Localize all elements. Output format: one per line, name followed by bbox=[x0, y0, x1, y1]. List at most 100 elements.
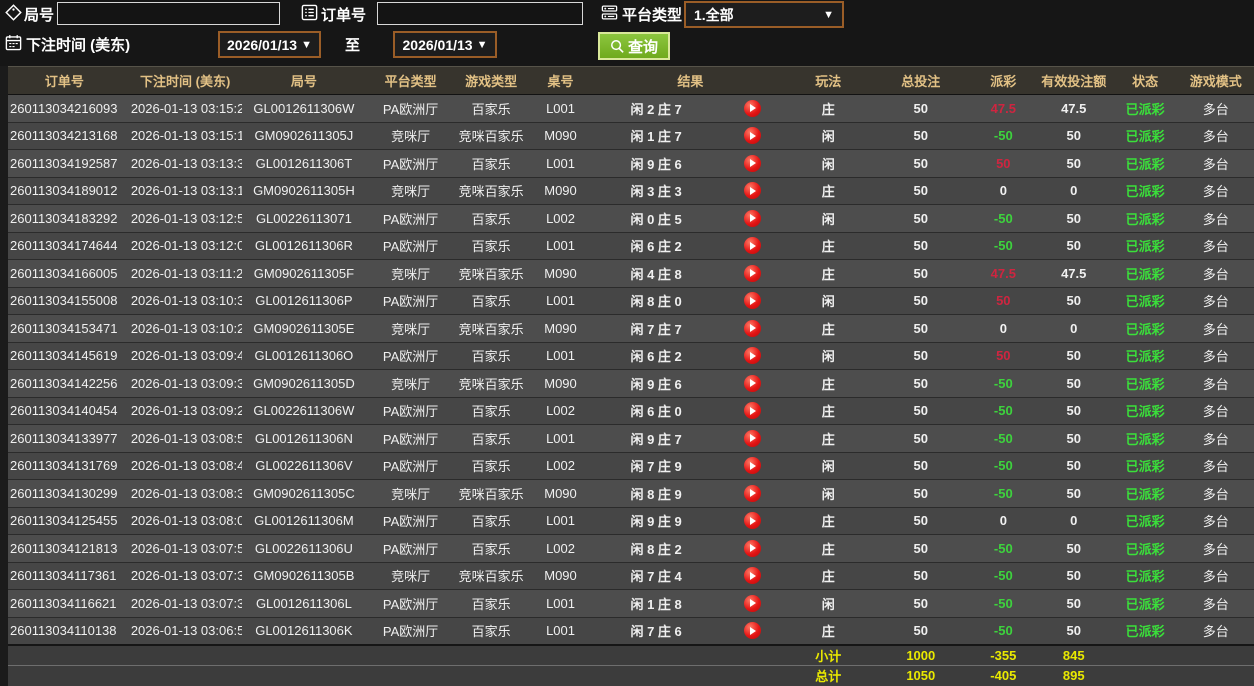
result-cell: 闲 9 庄 6 bbox=[593, 369, 719, 397]
query-button[interactable]: 查询 bbox=[598, 32, 670, 60]
platform-select[interactable]: 1.全部 ▼ bbox=[684, 1, 844, 28]
replay-play-button[interactable] bbox=[744, 99, 762, 117]
replay-play-button[interactable] bbox=[744, 539, 762, 557]
replay-play-button[interactable] bbox=[744, 154, 762, 172]
order-number-cell: 260113034213168 bbox=[0, 121, 129, 150]
replay-play-button[interactable] bbox=[744, 319, 762, 337]
bet-on-cell: 闲 bbox=[786, 341, 870, 370]
table-row: 260113034142256 2026-01-13 03:09:32 GM0902… bbox=[0, 369, 1254, 397]
replay-play-button[interactable] bbox=[744, 127, 762, 145]
status-cell: 已派彩 bbox=[1112, 176, 1178, 205]
replay-cell bbox=[718, 479, 787, 507]
round-number-cell: GM0902611305D bbox=[241, 369, 367, 397]
status-cell: 已派彩 bbox=[1112, 259, 1178, 287]
table-number-cell: M090 bbox=[527, 369, 594, 397]
replay-play-button[interactable] bbox=[744, 484, 762, 502]
replay-play-button[interactable] bbox=[744, 264, 762, 282]
game-type-cell: 百家乐 bbox=[454, 204, 528, 232]
replay-play-button[interactable] bbox=[744, 237, 762, 255]
replay-play-button[interactable] bbox=[744, 594, 762, 612]
platform-selected-value: 1.全部 bbox=[694, 6, 734, 23]
order-number-cell: 260113034145619 bbox=[0, 341, 129, 370]
table-number-cell: M090 bbox=[527, 479, 594, 507]
table-row: 260113034116621 2026-01-13 03:07:31 GL0012… bbox=[0, 589, 1254, 617]
valid-bet-cell: 50 bbox=[1034, 231, 1113, 260]
order-input[interactable] bbox=[377, 2, 583, 25]
status-cell: 已派彩 bbox=[1112, 451, 1178, 480]
bet-on-cell: 庄 bbox=[786, 259, 870, 287]
result-cell: 闲 6 庄 2 bbox=[593, 231, 719, 260]
replay-cell bbox=[718, 396, 787, 425]
game-type-cell: 百家乐 bbox=[454, 341, 528, 370]
platform-cell: PA欧洲厅 bbox=[366, 534, 455, 562]
payout-cell: 47.5 bbox=[972, 94, 1035, 122]
valid-bet-cell: 50 bbox=[1034, 396, 1113, 425]
replay-play-button[interactable] bbox=[744, 292, 762, 310]
table-row: 260113034189012 2026-01-13 03:13:18 GM0902… bbox=[0, 176, 1254, 205]
payout-cell: -50 bbox=[972, 451, 1035, 480]
replay-play-button[interactable] bbox=[744, 347, 762, 365]
replay-play-button[interactable] bbox=[744, 429, 762, 447]
totals-spacer bbox=[0, 664, 787, 686]
bet-time-cell: 2026-01-13 03:07:34 bbox=[128, 561, 242, 590]
bet-time-cell: 2026-01-13 03:10:33 bbox=[128, 286, 242, 315]
bet-records-table: 订单号 下注时间 (美东) 局号 平台类型 游戏类型 桌号 结果 玩法 总投注 派彩 有效投注额 状态… bbox=[0, 66, 1254, 686]
platform-cell: PA欧洲厅 bbox=[366, 396, 455, 425]
replay-play-button[interactable] bbox=[744, 567, 762, 585]
bet-on-cell: 庄 bbox=[786, 424, 870, 452]
order-number-cell: 260113034142256 bbox=[0, 369, 129, 397]
bet-time-cell: 2026-01-13 03:08:33 bbox=[128, 479, 242, 507]
game-type-cell: 百家乐 bbox=[454, 94, 528, 122]
tag-icon bbox=[5, 4, 22, 21]
replay-play-button[interactable] bbox=[744, 457, 762, 475]
round-number-cell: GL0012611306R bbox=[241, 231, 367, 260]
replay-play-button[interactable] bbox=[744, 182, 762, 200]
round-number-cell: GL0012611306O bbox=[241, 341, 367, 370]
bet-time-cell: 2026-01-13 03:09:47 bbox=[128, 341, 242, 370]
round-number-cell: GL0012611306T bbox=[241, 149, 367, 177]
result-cell: 闲 6 庄 0 bbox=[593, 396, 719, 425]
result-cell: 闲 2 庄 7 bbox=[593, 94, 719, 122]
play-icon bbox=[750, 599, 757, 608]
result-cell: 闲 7 庄 4 bbox=[593, 561, 719, 590]
status-cell: 已派彩 bbox=[1112, 479, 1178, 507]
round-number-cell: GL0022611306V bbox=[241, 451, 367, 480]
replay-play-button[interactable] bbox=[744, 512, 762, 530]
replay-play-button[interactable] bbox=[744, 402, 762, 420]
column-header: 派彩 bbox=[972, 66, 1035, 95]
game-mode-cell: 多台 bbox=[1177, 424, 1254, 452]
game-mode-cell: 多台 bbox=[1177, 94, 1254, 122]
status-cell: 已派彩 bbox=[1112, 231, 1178, 260]
replay-play-button[interactable] bbox=[744, 209, 762, 227]
game-type-cell: 竞咪百家乐 bbox=[454, 176, 528, 205]
total-bet-cell: 50 bbox=[869, 589, 973, 617]
game-mode-cell: 多台 bbox=[1177, 451, 1254, 480]
result-cell: 闲 3 庄 3 bbox=[593, 176, 719, 205]
payout-cell: -50 bbox=[972, 204, 1035, 232]
calendar-icon bbox=[5, 34, 22, 51]
date-to-picker[interactable]: 2026/01/13 ▼ bbox=[393, 31, 497, 58]
game-mode-cell: 多台 bbox=[1177, 479, 1254, 507]
valid-bet-cell: 47.5 bbox=[1034, 94, 1113, 122]
game-type-cell: 百家乐 bbox=[454, 231, 528, 260]
game-type-cell: 百家乐 bbox=[454, 396, 528, 425]
bet-on-cell: 庄 bbox=[786, 506, 870, 535]
replay-play-button[interactable] bbox=[744, 622, 762, 640]
order-number-cell: 260113034131769 bbox=[0, 451, 129, 480]
subtotal-row-payout: -355 bbox=[972, 643, 1035, 665]
game-mode-cell: 多台 bbox=[1177, 176, 1254, 205]
result-cell: 闲 0 庄 5 bbox=[593, 204, 719, 232]
game-mode-cell: 多台 bbox=[1177, 396, 1254, 425]
table-header-row: 订单号 下注时间 (美东) 局号 平台类型 游戏类型 桌号 结果 玩法 总投注 派彩 有效投注额 状态… bbox=[0, 66, 1254, 95]
platform-cell: PA欧洲厅 bbox=[366, 286, 455, 315]
subtotal-row: 小计 1000 -355 845 bbox=[0, 643, 1254, 665]
bet-on-cell: 庄 bbox=[786, 314, 870, 342]
replay-play-button[interactable] bbox=[744, 374, 762, 392]
date-from-picker[interactable]: 2026/01/13 ▼ bbox=[218, 31, 321, 58]
platform-cell: PA欧洲厅 bbox=[366, 204, 455, 232]
round-input[interactable] bbox=[57, 2, 280, 25]
order-number-cell: 260113034130299 bbox=[0, 479, 129, 507]
total-bet-cell: 50 bbox=[869, 176, 973, 205]
total-bet-cell: 50 bbox=[869, 259, 973, 287]
order-number-cell: 260113034133977 bbox=[0, 424, 129, 452]
